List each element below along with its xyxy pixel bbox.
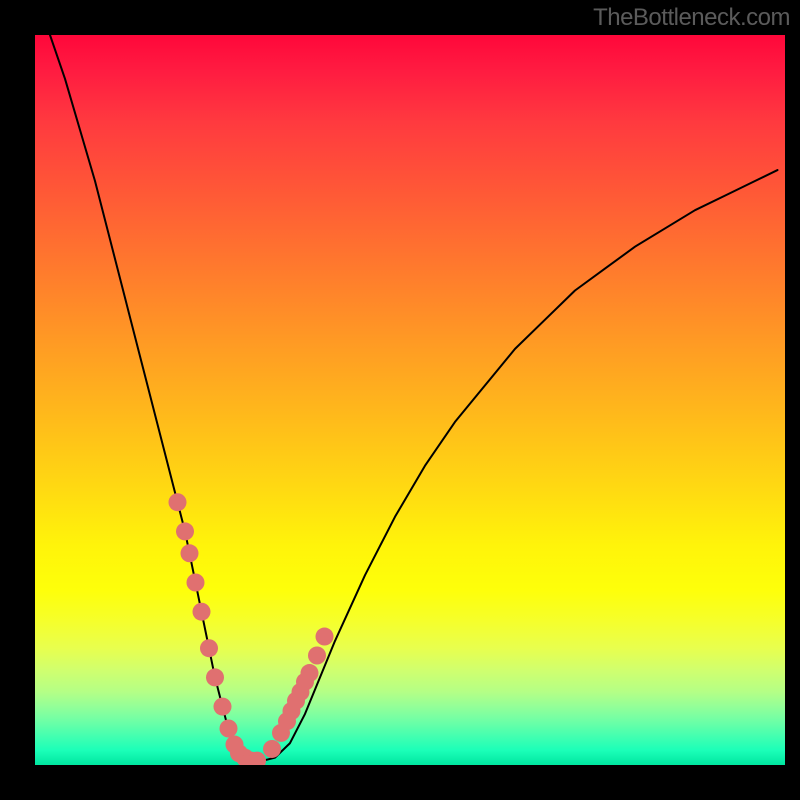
markers-group: [169, 493, 334, 765]
data-marker: [176, 522, 194, 540]
bottleneck-curve: [50, 35, 778, 761]
data-marker: [263, 740, 281, 758]
data-marker: [169, 493, 187, 511]
data-marker: [187, 574, 205, 592]
data-marker: [301, 664, 319, 682]
data-marker: [200, 639, 218, 657]
data-marker: [206, 668, 224, 686]
data-marker: [316, 628, 334, 646]
plot-area: [35, 35, 785, 765]
data-marker: [220, 720, 238, 738]
data-marker: [193, 603, 211, 621]
watermark-text: TheBottleneck.com: [593, 4, 790, 32]
data-marker: [181, 544, 199, 562]
data-marker: [308, 647, 326, 665]
data-marker: [214, 698, 232, 716]
chart-frame: TheBottleneck.com: [0, 0, 800, 800]
curve-layer: [35, 35, 785, 765]
